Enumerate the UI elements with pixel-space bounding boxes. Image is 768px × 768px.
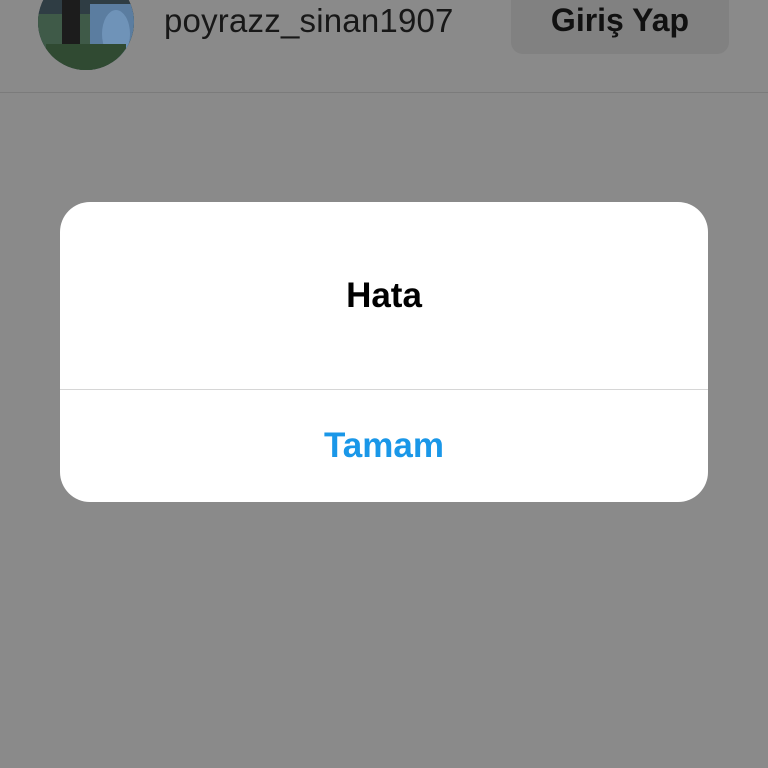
avatar xyxy=(38,0,134,70)
login-button[interactable]: Giriş Yap xyxy=(511,0,729,54)
username: poyrazz_sinan1907 xyxy=(164,2,454,39)
error-alert-dialog: Hata Tamam xyxy=(60,202,708,502)
alert-body: Hata xyxy=(60,202,708,389)
account-row: poyrazz_sinan1907 Giriş Yap xyxy=(0,0,768,93)
profile-photo-icon xyxy=(38,0,134,70)
screen: poyrazz_sinan1907 Giriş Yap Hata Tamam xyxy=(0,0,768,768)
alert-title: Hata xyxy=(346,276,422,315)
alert-ok-button[interactable]: Tamam xyxy=(60,390,708,502)
